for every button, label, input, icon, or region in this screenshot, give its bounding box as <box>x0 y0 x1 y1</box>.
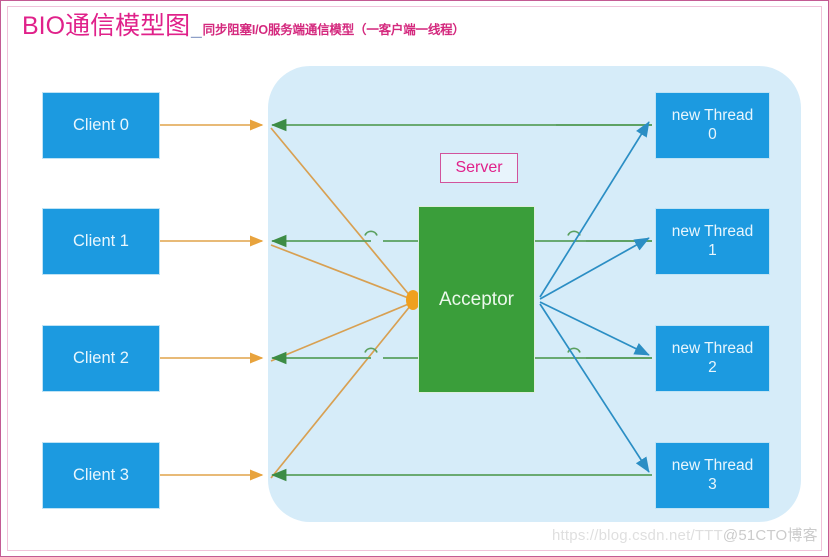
thread-node-3-index: 3 <box>708 475 717 493</box>
figure-title-subtitle: 同步阻塞I/O服务端通信模型（一客户端一线程） <box>202 23 465 37</box>
thread-node-0-label: new Thread <box>671 106 754 124</box>
thread-node-2[interactable]: new Thread 2 <box>655 325 770 392</box>
figure-title-separator: _ <box>191 18 202 39</box>
watermark: https://blog.csdn.net/TTT@51CTO博客 <box>552 524 818 545</box>
client-node-0-label: Client 0 <box>73 116 129 135</box>
acceptor-node[interactable]: Acceptor <box>418 206 535 393</box>
thread-node-3[interactable]: new Thread 3 <box>655 442 770 509</box>
thread-node-2-index: 2 <box>708 358 717 376</box>
client-node-2[interactable]: Client 2 <box>42 325 160 392</box>
thread-node-0[interactable]: new Thread 0 <box>655 92 770 159</box>
thread-node-1-label: new Thread <box>671 222 754 240</box>
client-node-3-label: Client 3 <box>73 466 129 485</box>
figure-title: BIO通信模型图 _ 同步阻塞I/O服务端通信模型（一客户端一线程） <box>22 14 465 40</box>
client-node-1[interactable]: Client 1 <box>42 208 160 275</box>
server-label-text: Server <box>455 159 503 176</box>
client-node-3[interactable]: Client 3 <box>42 442 160 509</box>
watermark-site: https://blog.csdn.net/TTT <box>552 527 723 544</box>
server-label-chip: Server <box>440 153 518 183</box>
thread-node-1-index: 1 <box>708 241 717 259</box>
thread-node-1[interactable]: new Thread 1 <box>655 208 770 275</box>
watermark-tag: @51CTO博客 <box>722 527 818 544</box>
thread-node-3-label: new Thread <box>671 456 754 474</box>
acceptor-node-label: Acceptor <box>439 288 514 310</box>
client-node-0[interactable]: Client 0 <box>42 92 160 159</box>
bio-communication-model-figure: BIO通信模型图 _ 同步阻塞I/O服务端通信模型（一客户端一线程） Clien… <box>0 0 829 557</box>
thread-node-0-index: 0 <box>708 125 717 143</box>
figure-title-main: BIO通信模型图 <box>22 12 191 40</box>
thread-node-2-label: new Thread <box>671 339 754 357</box>
client-node-1-label: Client 1 <box>73 232 129 251</box>
client-node-2-label: Client 2 <box>73 349 129 368</box>
